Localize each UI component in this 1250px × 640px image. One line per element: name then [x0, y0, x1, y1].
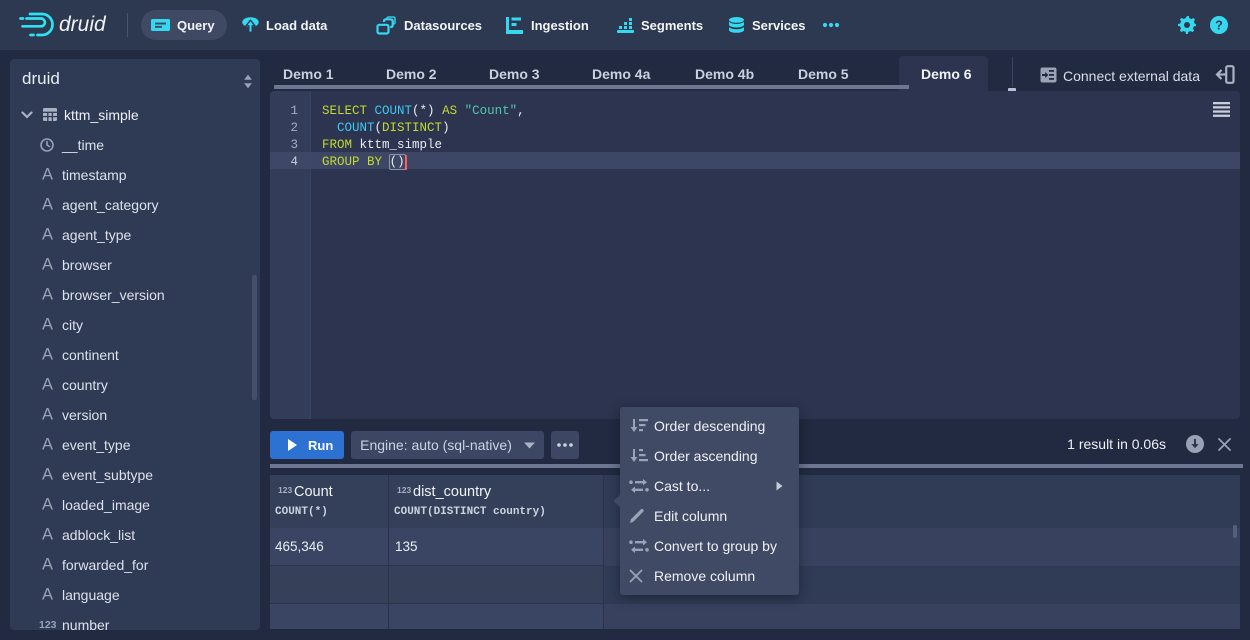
svg-text:?: ? [1215, 18, 1223, 32]
